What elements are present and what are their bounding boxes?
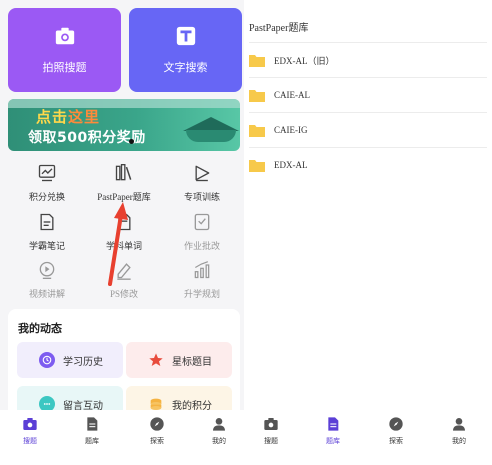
star-icon <box>148 352 164 368</box>
folder-icon <box>249 54 265 67</box>
home-panel: 拍照搜题 文字搜索 点击这里 领取500积分奖励 积分兑换 PastPaper题… <box>0 0 244 465</box>
checklist-icon <box>194 213 210 231</box>
banner-line1: 点击这里 <box>36 106 100 127</box>
camera-icon <box>23 418 37 430</box>
starred-questions-card[interactable]: 星标题目 <box>126 342 232 378</box>
grid-item-label: 升学规划 <box>183 289 220 299</box>
photo-search-button[interactable]: 拍照搜题 <box>8 8 121 92</box>
tab-label: 搜题 <box>264 437 278 445</box>
tab-search[interactable]: 搜题 <box>8 416 52 446</box>
study-history-label: 学习历史 <box>63 356 103 368</box>
pen-edit-icon <box>117 263 131 280</box>
grid-item-label: 视频讲解 <box>28 289 65 299</box>
tab-label: 我的 <box>212 437 226 445</box>
grid-item-video-explain[interactable]: 视频讲解 <box>8 260 86 306</box>
person-icon <box>453 418 465 431</box>
folder-name: CAIE-AL <box>274 90 310 100</box>
grid-item-subject-words[interactable]: 学科单词 <box>85 212 163 258</box>
grid-item-label: 作业批改 <box>183 241 220 251</box>
grid-item-top-notes[interactable]: 学霸笔记 <box>8 212 86 258</box>
compass-icon <box>389 417 403 431</box>
my-activity-title: 我的动态 <box>18 323 62 335</box>
bar-growth-icon <box>194 261 210 279</box>
clock-icon <box>39 352 55 368</box>
tab-label: 探索 <box>150 437 164 445</box>
my-activity-section: 我的动态 学习历史 星标题目 留言互动 我的积分 <box>8 309 240 422</box>
folder-icon <box>249 124 265 137</box>
person-icon <box>213 418 225 431</box>
right-bottom-tabbar: 搜题 题库 探索 我的 <box>244 410 492 465</box>
left-bottom-tabbar: 搜题 题库 探索 我的 <box>0 410 244 465</box>
grid-item-homework-grading[interactable]: 作业批改 <box>163 212 241 258</box>
graduation-cap-icon <box>183 117 239 131</box>
tab-explore[interactable]: 探索 <box>374 416 418 446</box>
document-icon <box>328 417 339 431</box>
folder-name: CAIE-IG <box>274 125 308 135</box>
tab-label: 我的 <box>452 437 466 445</box>
photo-search-label: 拍照搜题 <box>42 62 87 74</box>
folder-name: EDX-AL <box>274 160 308 170</box>
compass-icon <box>150 417 164 431</box>
pastpaper-panel: PastPaper题库 EDX-AL（旧） CAIE-AL CAIE-IG ED… <box>244 0 492 465</box>
text-search-button[interactable]: 文字搜索 <box>129 8 242 92</box>
banner-click-text: 点击 <box>36 108 69 126</box>
folder-icon <box>249 159 265 172</box>
tab-question-bank[interactable]: 题库 <box>70 416 114 446</box>
grid-item-admission-planning[interactable]: 升学规划 <box>163 260 241 306</box>
tab-label: 搜题 <box>23 437 37 445</box>
starred-questions-label: 星标题目 <box>172 356 212 368</box>
tab-mine[interactable]: 我的 <box>197 416 241 446</box>
banner-line2: 领取500积分奖励 <box>28 130 146 146</box>
page-title: PastPaper题库 <box>249 23 309 34</box>
play-triangle-icon <box>195 165 210 182</box>
grid-item-label: 学科单词 <box>105 241 142 251</box>
grid-item-ps-edit[interactable]: PS修改 <box>85 260 163 306</box>
points-reward-banner[interactable]: 点击这里 领取500积分奖励 <box>8 99 240 151</box>
grid-item-label: PS修改 <box>109 289 138 299</box>
folder-item[interactable]: EDX-AL <box>249 148 487 182</box>
tab-label: 题库 <box>85 437 99 445</box>
books-icon <box>115 164 132 181</box>
camera-icon <box>264 418 278 430</box>
tab-mine[interactable]: 我的 <box>437 416 481 446</box>
note-icon <box>40 213 54 231</box>
grid-item-label: 专项训练 <box>183 192 220 202</box>
chart-screen-icon <box>38 164 56 182</box>
cursor-dot <box>129 139 134 144</box>
folder-icon <box>249 89 265 102</box>
grid-item-label: 积分兑换 <box>28 192 65 202</box>
tab-explore[interactable]: 探索 <box>135 416 179 446</box>
grid-item-label: 学霸笔记 <box>28 241 65 251</box>
grid-item-points-exchange[interactable]: 积分兑换 <box>8 163 86 209</box>
document-icon <box>87 417 98 431</box>
folder-name: EDX-AL（旧） <box>274 55 335 66</box>
grid-item-pastpaper-bank[interactable]: PastPaper题库 <box>85 163 163 209</box>
grid-item-special-training[interactable]: 专项训练 <box>163 163 241 209</box>
study-history-card[interactable]: 学习历史 <box>17 342 123 378</box>
tab-search[interactable]: 搜题 <box>249 416 293 446</box>
tab-label: 题库 <box>326 437 340 445</box>
folder-item[interactable]: CAIE-IG <box>249 113 487 147</box>
banner-here-text: 这里 <box>68 108 101 126</box>
tab-question-bank[interactable]: 题库 <box>311 416 355 446</box>
video-play-icon <box>39 261 55 279</box>
text-t-icon <box>176 26 195 46</box>
tab-label: 探索 <box>389 437 403 445</box>
folder-item[interactable]: EDX-AL（旧） <box>249 43 487 77</box>
grid-item-label: PastPaper题库 <box>97 192 151 202</box>
app-screenshot: 拍照搜题 文字搜索 点击这里 领取500积分奖励 积分兑换 PastPaper题… <box>0 0 492 465</box>
word-doc-icon <box>118 213 131 231</box>
text-search-label: 文字搜索 <box>163 62 208 74</box>
folder-item[interactable]: CAIE-AL <box>249 78 487 112</box>
graduation-cap-base <box>186 130 236 142</box>
camera-icon <box>55 27 74 45</box>
